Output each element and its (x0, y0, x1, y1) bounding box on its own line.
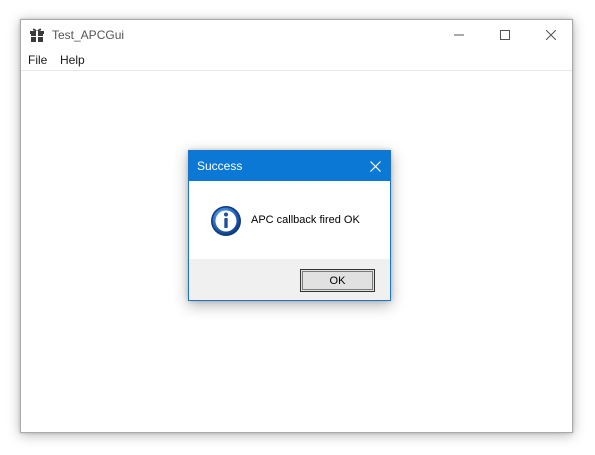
close-button[interactable] (528, 20, 574, 50)
maximize-icon (500, 30, 510, 40)
dialog-body: APC callback fired OK (189, 181, 390, 259)
information-icon (211, 206, 241, 236)
menu-file[interactable]: File (28, 53, 47, 67)
desktop-page: Test_APCGui File Help Success APC callba… (0, 0, 595, 455)
dialog-title: Success (197, 159, 243, 173)
window-title: Test_APCGui (52, 28, 125, 42)
dialog-message: APC callback fired OK (251, 214, 360, 226)
gift-box-icon (30, 28, 44, 42)
menu-help[interactable]: Help (60, 53, 85, 67)
dialog-footer: OK (189, 259, 390, 300)
close-icon (370, 160, 381, 172)
maximize-button[interactable] (482, 20, 528, 50)
ok-button[interactable]: OK (300, 269, 375, 292)
minimize-button[interactable] (436, 20, 482, 50)
dialog-titlebar[interactable]: Success (189, 151, 390, 181)
minimize-icon (454, 34, 464, 36)
menu-bar: File Help (21, 51, 572, 71)
success-dialog: Success APC callback fired OK OK (188, 150, 391, 301)
window-titlebar[interactable]: Test_APCGui (21, 20, 572, 51)
close-icon (546, 30, 556, 40)
dialog-close-button[interactable] (361, 151, 390, 181)
